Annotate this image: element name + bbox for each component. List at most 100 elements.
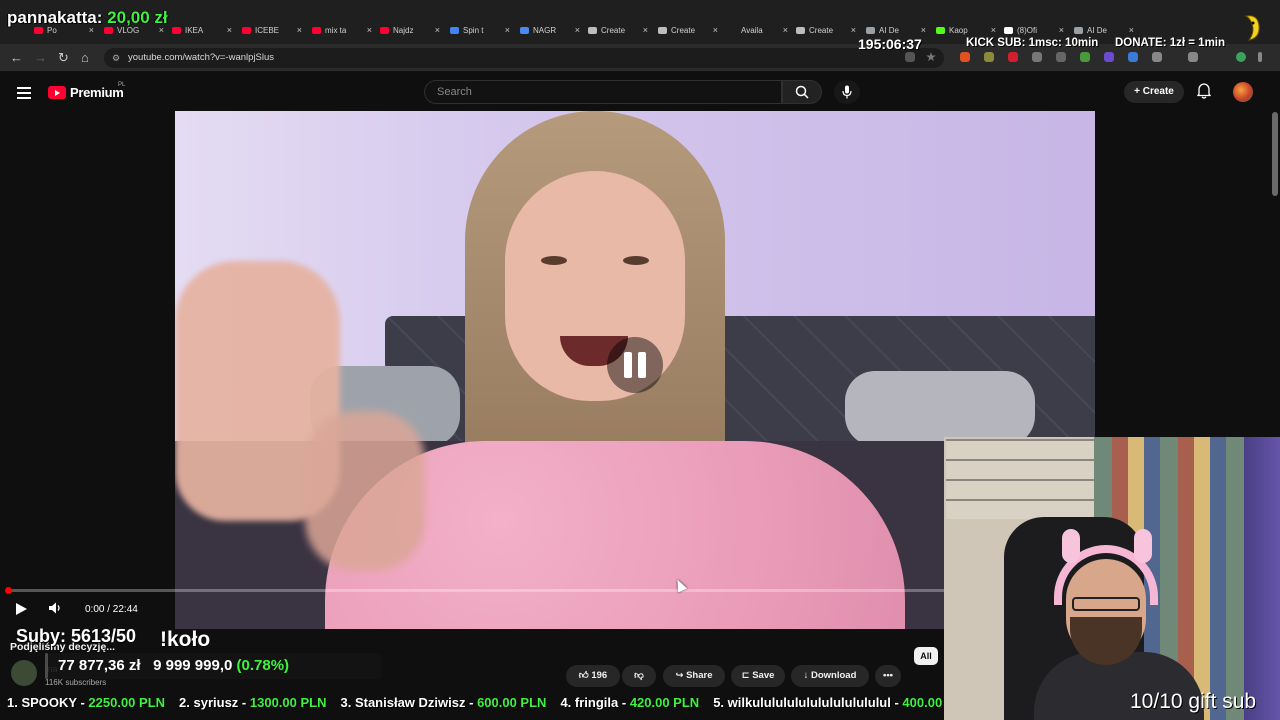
bookmark-icon: ⊏ xyxy=(741,670,753,681)
share-arrow-icon: ↪ xyxy=(675,670,687,681)
tab-favicon-icon xyxy=(520,26,529,34)
tab-close-icon[interactable]: × xyxy=(505,25,510,35)
notifications-bell-icon[interactable] xyxy=(1197,83,1211,99)
webcam-curtain xyxy=(1244,437,1280,720)
url-text: youtube.com/watch?v=-wanlpjSlus xyxy=(128,52,275,63)
overlay-subathon-timer: 195:06:37 xyxy=(858,36,922,52)
browser-tab[interactable]: Create × xyxy=(796,22,856,38)
guide-menu-icon[interactable] xyxy=(17,87,31,102)
tab-title: mix ta xyxy=(325,25,347,35)
tab-close-icon[interactable]: × xyxy=(713,25,718,35)
tab-title: NAGR xyxy=(533,25,557,35)
search-icon xyxy=(795,85,809,99)
menu-kebab-icon[interactable] xyxy=(1258,52,1262,62)
donor-name: syriusz xyxy=(193,695,239,710)
video-frame-eye xyxy=(623,256,649,265)
browser-tab[interactable]: Availa × xyxy=(728,22,788,38)
extension-icon[interactable] xyxy=(1104,52,1114,62)
tab-title: Create xyxy=(671,25,696,35)
pause-icon[interactable] xyxy=(607,337,663,393)
filter-chip-all[interactable]: All xyxy=(914,647,938,665)
download-label: Download xyxy=(811,670,857,681)
browser-tab[interactable]: Create × xyxy=(658,22,718,38)
like-button[interactable]: 👍︎ 196 xyxy=(566,665,620,687)
tab-close-icon[interactable]: × xyxy=(227,25,232,35)
browser-tab[interactable]: AI De × xyxy=(1074,22,1134,38)
forward-icon[interactable]: → xyxy=(34,50,47,65)
progress-scrubber-handle[interactable] xyxy=(5,587,12,594)
browser-tab[interactable]: IKEA × xyxy=(172,22,232,38)
extension-icon[interactable] xyxy=(984,52,994,62)
webcam-wall-photos xyxy=(946,439,1094,519)
save-button[interactable]: ⊏ Save xyxy=(731,665,785,687)
browser-tab[interactable]: ICEBE × xyxy=(242,22,302,38)
extension-icon[interactable] xyxy=(1128,52,1138,62)
tab-favicon-icon xyxy=(450,26,459,34)
tab-close-icon[interactable]: × xyxy=(1059,25,1064,35)
address-bar[interactable]: ⚙ youtube.com/watch?v=-wanlpjSlus xyxy=(104,48,944,68)
tab-close-icon[interactable]: × xyxy=(1129,25,1134,35)
search-input[interactable]: Search xyxy=(424,80,782,104)
donor-amount: 20,00 zł xyxy=(107,8,168,27)
account-avatar[interactable] xyxy=(1233,82,1253,102)
browser-tab[interactable]: NAGR × xyxy=(520,22,580,38)
more-actions-button[interactable]: ••• xyxy=(875,665,901,687)
share-button[interactable]: ↪ Share xyxy=(663,665,725,687)
tab-close-icon[interactable]: × xyxy=(851,25,856,35)
donor-separator: - xyxy=(618,695,630,710)
tab-close-icon[interactable]: × xyxy=(991,25,996,35)
tab-title: IKEA xyxy=(185,25,204,35)
browser-tab[interactable]: Kaop × xyxy=(936,22,996,38)
logo-text: Premium xyxy=(70,85,124,100)
tab-close-icon[interactable]: × xyxy=(297,25,302,35)
video-progress-bar[interactable] xyxy=(7,589,944,592)
tab-title: AI De xyxy=(879,25,900,35)
donor-amount: 2250.00 PLN xyxy=(88,695,166,710)
channel-avatar[interactable] xyxy=(11,660,37,686)
extension-icon[interactable] xyxy=(960,52,970,62)
overlay-gift-sub-counter: 10/10 gift sub xyxy=(1130,690,1257,713)
play-icon[interactable] xyxy=(16,603,27,615)
bunny-ear-icon xyxy=(1134,529,1152,563)
microphone-icon xyxy=(842,85,852,99)
back-icon[interactable]: ← xyxy=(10,50,23,65)
browser-tab[interactable]: Create × xyxy=(588,22,648,38)
dislike-button[interactable]: 👎︎ xyxy=(622,665,656,687)
tab-close-icon[interactable]: × xyxy=(643,25,648,35)
banana-mascot-icon xyxy=(1244,15,1260,41)
tab-close-icon[interactable]: × xyxy=(783,25,788,35)
tab-close-icon[interactable]: × xyxy=(921,25,926,35)
download-button[interactable]: ↓ Download xyxy=(791,665,869,687)
browser-tab[interactable]: Spin t × xyxy=(450,22,510,38)
page-scrollbar[interactable] xyxy=(1272,112,1278,196)
reload-icon[interactable]: ↻ xyxy=(58,50,69,66)
overlay-sub-counter: Suby: 5613/50 xyxy=(16,626,137,646)
youtube-play-icon xyxy=(48,86,66,99)
search-button[interactable] xyxy=(782,80,822,104)
extension-icon[interactable] xyxy=(1032,52,1042,62)
volume-icon[interactable] xyxy=(48,601,62,615)
profile-icon[interactable] xyxy=(1236,52,1246,62)
tab-close-icon[interactable]: × xyxy=(435,25,440,35)
tab-close-icon[interactable]: × xyxy=(367,25,372,35)
tab-close-icon[interactable]: × xyxy=(575,25,580,35)
tab-favicon-icon xyxy=(1004,26,1013,34)
browser-tab[interactable]: mix ta × xyxy=(312,22,372,38)
tab-favicon-icon xyxy=(588,26,597,34)
create-button[interactable]: + Create xyxy=(1124,81,1184,103)
install-icon[interactable] xyxy=(905,52,915,62)
browser-tab[interactable]: (8)Ofi × xyxy=(1004,22,1064,38)
youtube-premium-logo[interactable]: Premium PL xyxy=(48,82,125,100)
extension-icon[interactable] xyxy=(1080,52,1090,62)
download-icon[interactable] xyxy=(1188,52,1198,62)
home-icon[interactable]: ⌂ xyxy=(81,50,89,65)
video-frame-eye xyxy=(541,256,567,265)
browser-tab[interactable]: Najdz × xyxy=(380,22,440,38)
extensions-puzzle-icon[interactable] xyxy=(1152,52,1162,62)
tab-title: Availa xyxy=(741,25,763,35)
site-info-icon[interactable]: ⚙ xyxy=(112,48,120,68)
extension-icon[interactable] xyxy=(1056,52,1066,62)
voice-search-button[interactable] xyxy=(834,80,860,104)
tab-title: Kaop xyxy=(949,25,968,35)
extension-icon[interactable] xyxy=(1008,52,1018,62)
